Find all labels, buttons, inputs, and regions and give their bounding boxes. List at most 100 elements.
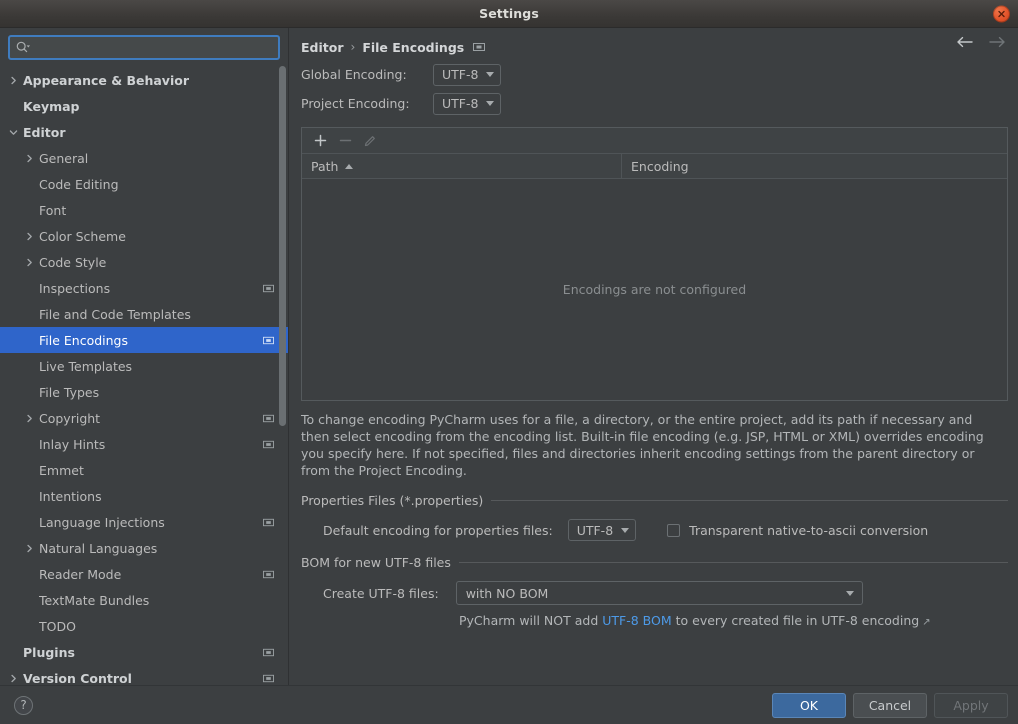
chevron-right-icon[interactable] — [21, 258, 37, 267]
ok-button[interactable]: OK — [772, 692, 846, 718]
project-scope-icon — [263, 413, 274, 424]
breadcrumb-separator: › — [350, 40, 356, 54]
sidebar-item-reader-mode[interactable]: Reader Mode — [0, 561, 288, 587]
sidebar-item-color-scheme[interactable]: Color Scheme — [0, 223, 288, 249]
project-scope-glyph — [263, 648, 274, 656]
column-header-path[interactable]: Path — [302, 154, 622, 178]
transparent-native-to-ascii-checkbox[interactable] — [667, 523, 681, 537]
project-encoding-label: Project Encoding: — [301, 96, 410, 111]
sidebar-item-live-templates[interactable]: Live Templates — [0, 353, 288, 379]
sidebar-item-appearance-behavior[interactable]: Appearance & Behavior — [0, 67, 288, 93]
dialog-buttons: OK Cancel Apply — [772, 692, 1008, 718]
sidebar-item-label: TODO — [39, 618, 76, 634]
apply-button: Apply — [934, 692, 1008, 718]
encodings-table-body[interactable]: Encodings are not configured — [302, 179, 1007, 400]
search-input[interactable] — [35, 37, 272, 58]
sidebar-item-inlay-hints[interactable]: Inlay Hints — [0, 431, 288, 457]
project-encoding-select[interactable]: UTF-8 — [433, 92, 502, 115]
chevron-down-icon — [486, 101, 495, 106]
dialog-body: Appearance & Behavior Keymap Editor General… — [0, 28, 1018, 685]
global-encoding-select[interactable]: UTF-8 — [433, 63, 502, 86]
transparent-native-to-ascii-label[interactable]: Transparent native-to-ascii conversion — [689, 523, 928, 538]
settings-tree[interactable]: Appearance & Behavior Keymap Editor General… — [0, 65, 288, 685]
pencil-icon — [359, 131, 381, 151]
chevron-right-icon[interactable] — [5, 76, 21, 85]
project-scope-glyph — [473, 43, 486, 51]
sidebar-item-plugins[interactable]: Plugins — [0, 639, 288, 665]
breadcrumb: Editor › File Encodings — [301, 28, 1008, 60]
arrow-left-icon[interactable] — [956, 36, 973, 48]
chevron-right-icon[interactable] — [21, 414, 37, 423]
chevron-right-icon[interactable] — [21, 544, 37, 553]
create-utf8-row: Create UTF-8 files: with NO BOM — [323, 581, 1008, 605]
project-scope-glyph — [263, 518, 274, 526]
properties-files-section-body: Default encoding for properties files: U… — [301, 508, 1008, 541]
global-encoding-row: Global Encoding: UTF-8 — [301, 60, 1008, 89]
section-divider — [491, 500, 1008, 501]
properties-files-section-header: Properties Files (*.properties) — [301, 493, 1008, 508]
sidebar-item-editor[interactable]: Editor — [0, 119, 288, 145]
chevron-down-icon[interactable] — [5, 128, 21, 137]
plus-icon[interactable] — [309, 131, 331, 151]
sidebar-item-general[interactable]: General — [0, 145, 288, 171]
sidebar-item-intentions[interactable]: Intentions — [0, 483, 288, 509]
project-scope-icon — [263, 647, 274, 658]
project-scope-icon — [263, 569, 274, 580]
sidebar-item-file-and-code-templates[interactable]: File and Code Templates — [0, 301, 288, 327]
sidebar-item-label: File and Code Templates — [39, 306, 191, 322]
sidebar-item-label: Emmet — [39, 462, 84, 478]
question-mark-icon[interactable]: ? — [14, 695, 33, 715]
project-encoding-value: UTF-8 — [442, 96, 479, 111]
sidebar-item-version-control[interactable]: Version Control — [0, 665, 288, 685]
section-divider — [458, 562, 1008, 563]
sidebar-item-label: Code Style — [39, 254, 107, 270]
project-scope-icon — [473, 41, 486, 53]
sidebar-item-keymap[interactable]: Keymap — [0, 93, 288, 119]
search-field[interactable] — [8, 35, 280, 60]
create-utf8-label: Create UTF-8 files: — [323, 585, 439, 601]
settings-main-panel: Editor › File Encodings Global Encoding:… — [289, 28, 1018, 685]
create-utf8-select[interactable]: with NO BOM — [455, 581, 863, 605]
close-icon[interactable] — [993, 5, 1010, 22]
sidebar-item-file-types[interactable]: File Types — [0, 379, 288, 405]
sidebar-item-label: Appearance & Behavior — [23, 72, 189, 88]
sidebar-item-textmate-bundles[interactable]: TextMate Bundles — [0, 587, 288, 613]
sidebar-scrollbar-thumb[interactable] — [279, 66, 286, 426]
properties-encoding-row: Default encoding for properties files: U… — [323, 519, 1008, 541]
sidebar-item-inspections[interactable]: Inspections — [0, 275, 288, 301]
properties-files-section: Properties Files (*.properties) Default … — [301, 493, 1008, 541]
sidebar-item-label: Version Control — [23, 670, 132, 686]
dialog-footer: ? OK Cancel Apply — [0, 685, 1018, 724]
sidebar-item-font[interactable]: Font — [0, 197, 288, 223]
sidebar-scrollbar-track[interactable] — [279, 66, 286, 683]
external-link-icon: ↗ — [922, 617, 931, 628]
bom-hint-link[interactable]: UTF-8 BOM — [602, 613, 671, 628]
project-scope-glyph — [263, 336, 274, 344]
twisty-glyph — [10, 76, 16, 84]
bom-hint-prefix: PyCharm will NOT add — [459, 613, 603, 628]
bom-section-header: BOM for new UTF-8 files — [301, 555, 1008, 570]
properties-encoding-value: UTF-8 — [576, 522, 614, 538]
chevron-right-icon[interactable] — [21, 154, 37, 163]
sidebar-item-todo[interactable]: TODO — [0, 613, 288, 639]
sidebar-item-language-injections[interactable]: Language Injections — [0, 509, 288, 535]
column-header-encoding[interactable]: Encoding — [622, 154, 1007, 178]
chevron-down-icon — [621, 527, 630, 533]
chevron-right-icon[interactable] — [5, 674, 21, 683]
sidebar-item-file-encodings[interactable]: File Encodings — [0, 327, 288, 353]
encodings-table-header: Path Encoding — [302, 154, 1007, 179]
twisty-glyph — [26, 232, 32, 240]
breadcrumb-parent[interactable]: Editor — [301, 40, 344, 55]
sidebar-item-code-editing[interactable]: Code Editing — [0, 171, 288, 197]
chevron-right-icon[interactable] — [21, 232, 37, 241]
sidebar-item-label: Inspections — [39, 280, 111, 296]
bom-section: BOM for new UTF-8 files Create UTF-8 fil… — [301, 555, 1008, 628]
sidebar-item-code-style[interactable]: Code Style — [0, 249, 288, 275]
arrow-right-glyph — [989, 36, 1005, 48]
sidebar-item-natural-languages[interactable]: Natural Languages — [0, 535, 288, 561]
properties-encoding-select[interactable]: UTF-8 — [567, 519, 637, 541]
project-encoding-row: Project Encoding: UTF-8 — [301, 89, 1008, 118]
sidebar-item-copyright[interactable]: Copyright — [0, 405, 288, 431]
cancel-button[interactable]: Cancel — [853, 692, 927, 718]
sidebar-item-emmet[interactable]: Emmet — [0, 457, 288, 483]
